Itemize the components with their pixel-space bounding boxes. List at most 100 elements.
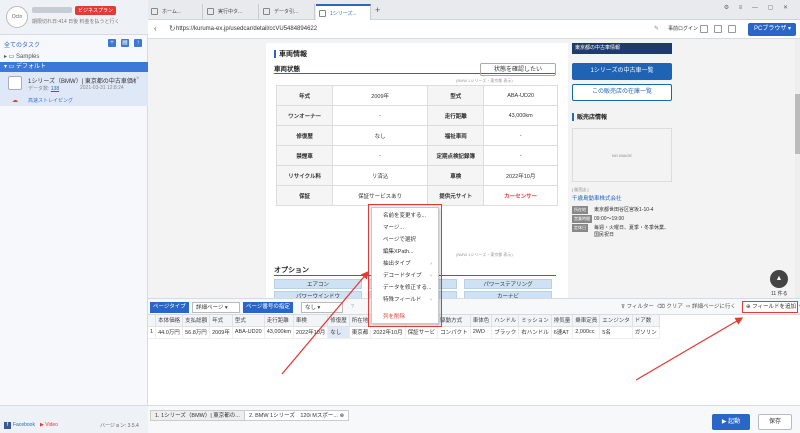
table-cell[interactable]: 東京都	[349, 326, 372, 339]
option-item: エアコン	[274, 279, 362, 289]
page-icon	[263, 8, 270, 15]
table-cell[interactable]: 1	[148, 326, 157, 339]
spec-value: なし	[332, 125, 429, 146]
task-item[interactable]: 1シリーズ（BMW）| 東京都の中古車価格... × データ数: 138 202…	[0, 72, 148, 106]
tab-task[interactable]: 1シリーズ...	[316, 4, 371, 20]
table-cell[interactable]: ブラック	[491, 326, 520, 339]
column-header[interactable]: 駆動方式	[437, 315, 471, 327]
scroll-top-icon[interactable]: ▲	[770, 270, 788, 288]
go-detail-button[interactable]: 詳細ページに行く	[692, 304, 736, 310]
folder-default[interactable]: ▾ ▭ デフォルト	[0, 62, 148, 72]
table-cell[interactable]: ガソリン	[632, 326, 660, 339]
tab-data[interactable]: データ引...	[260, 4, 315, 20]
folder-samples[interactable]: ▸ ▭ Samples	[4, 53, 39, 60]
help-icon[interactable]: ?	[348, 302, 357, 313]
table-cell[interactable]: 2009年	[209, 326, 233, 339]
shop-name-link[interactable]: 千歳島動車株式会社	[572, 194, 622, 202]
column-header[interactable]: 支払総額	[182, 315, 211, 327]
browser-mode-select[interactable]: PCブラウザ ▾	[748, 23, 796, 36]
tab-label: データ引...	[274, 9, 299, 15]
spec-row: 保証 保証サービスあり 提供元サイト カーセンサー	[275, 185, 558, 206]
screenshot-icon[interactable]	[700, 25, 708, 33]
table-cell[interactable]: 2WD	[470, 326, 493, 339]
facebook-link[interactable]: f Facebook	[4, 422, 35, 429]
close-icon[interactable]: ×	[136, 76, 140, 82]
pre-login-button[interactable]: 事前ログイン	[668, 25, 698, 32]
filter-icon[interactable]: ⊽	[621, 304, 625, 310]
position-label: ページ番号の指定	[243, 302, 293, 313]
column-header[interactable]	[148, 315, 157, 327]
spec-label: 走行距離	[427, 105, 485, 126]
new-task-icon[interactable]: ▤	[121, 39, 129, 47]
column-header[interactable]: 本体価格	[155, 315, 184, 327]
page-scrollbar[interactable]	[795, 39, 800, 298]
table-cell[interactable]: なし	[327, 326, 350, 339]
save-button[interactable]: 保存	[758, 414, 792, 430]
table-cell[interactable]: 保証サービ	[405, 326, 439, 339]
page-tab-2[interactable]: 2. BMW 1シリーズ 120i Mスポー... ⊗	[244, 410, 350, 421]
new-tab-icon[interactable]: +	[375, 5, 380, 15]
tab-home[interactable]: ホーム...	[148, 4, 203, 20]
table-cell[interactable]: 6速AT	[551, 326, 574, 339]
table-cell[interactable]: コンパクト	[437, 326, 471, 339]
column-header[interactable]: エンジンタ	[599, 315, 633, 327]
column-header[interactable]: 年式	[209, 315, 233, 327]
table-cell[interactable]: 56.8万円	[182, 326, 211, 339]
task-count-link[interactable]: 138	[51, 86, 59, 92]
video-link[interactable]: ▶ Video	[40, 422, 58, 428]
column-header[interactable]: 型式	[232, 315, 265, 327]
table-row[interactable]: 1 44.0万円 56.8万円 2009年 ABA-UD20 43,000km 2022年1…	[148, 326, 660, 339]
url-field[interactable]: https://kuruma-ex.jp/usedcar/detail/ccVU…	[176, 24, 676, 35]
table-cell[interactable]: ABA-UD20	[232, 326, 265, 339]
spec-text: 車検	[450, 173, 462, 180]
page-tab-1[interactable]: 1. 1シリーズ（BMW）| 東京都の...	[150, 410, 245, 421]
page-icon	[207, 8, 214, 15]
spec-label: ワンオーナー	[275, 105, 334, 126]
position-select[interactable]: なし ▾	[301, 302, 343, 313]
start-button[interactable]: ▶ 起動	[712, 414, 750, 430]
table-cell[interactable]: 右ハンドル	[518, 326, 552, 339]
tab-running[interactable]: 実行中タ...	[204, 4, 259, 20]
table-cell[interactable]: 43,000km	[264, 326, 294, 339]
spec-row: 禁煙車 - 定期点検記録簿 -	[275, 145, 558, 166]
series-list-button[interactable]: 1シリーズの中古車一覧	[572, 63, 672, 80]
task-icon	[8, 76, 22, 90]
dealer-stock-button[interactable]: この販売店の在庫一覧	[572, 84, 672, 101]
window-controls[interactable]: ⚙ ≡ — ▢ ✕	[724, 4, 792, 11]
table-cell[interactable]: 2022年10月	[293, 326, 329, 339]
spec-value: リ済込	[332, 165, 429, 186]
column-header[interactable]: 排気量	[551, 315, 574, 327]
page-type-select[interactable]: 詳細ページ ▾	[192, 302, 240, 313]
column-header[interactable]: 乗車定員	[572, 315, 601, 327]
close-icon[interactable]: ⊗	[340, 413, 345, 419]
table-cell[interactable]: 5名	[599, 326, 633, 339]
column-header[interactable]: 走行距離	[264, 315, 294, 327]
avatar[interactable]: Octo	[6, 6, 28, 28]
info-icon[interactable]	[728, 25, 736, 33]
cloud-label[interactable]: 高速ストレイピング	[28, 97, 73, 104]
clear-icon[interactable]: ⌫	[657, 304, 665, 310]
scrollbar-thumb[interactable]	[795, 94, 800, 154]
task-count: データ数: 138	[28, 85, 59, 92]
column-header[interactable]: ハンドル	[491, 315, 520, 327]
column-header[interactable]: 車体色	[470, 315, 493, 327]
new-folder-icon[interactable]: +	[108, 39, 116, 47]
table-cell[interactable]: 44.0万円	[155, 326, 184, 339]
filter-button[interactable]: フィルター	[627, 304, 654, 310]
table-cell[interactable]: 2022年10月	[370, 326, 406, 339]
page-tabs: 1. 1シリーズ（BMW）| 東京都の... 2. BMW 1シリーズ 120i…	[148, 405, 800, 433]
add-field-button[interactable]: ⊕ フィールドを追加	[742, 301, 798, 313]
column-header[interactable]: ドア数	[632, 315, 660, 327]
upload-icon[interactable]: ↑	[134, 39, 142, 47]
spec-value: 2022年10月	[483, 165, 558, 186]
clear-button[interactable]: クリア	[666, 304, 683, 310]
table-cell[interactable]: 2,000cc	[572, 326, 601, 339]
edit-icon[interactable]: ✎	[654, 25, 659, 32]
column-header[interactable]: ミッション	[518, 315, 552, 327]
column-header[interactable]: 修復歴	[327, 315, 350, 327]
spec-value: 43,000km	[483, 105, 558, 126]
check-status-button[interactable]: 状態を確認したい	[480, 63, 556, 76]
settings-icon[interactable]	[714, 25, 722, 33]
column-header[interactable]: 車検	[293, 315, 329, 327]
detail-icon[interactable]: ⇨	[686, 304, 691, 310]
